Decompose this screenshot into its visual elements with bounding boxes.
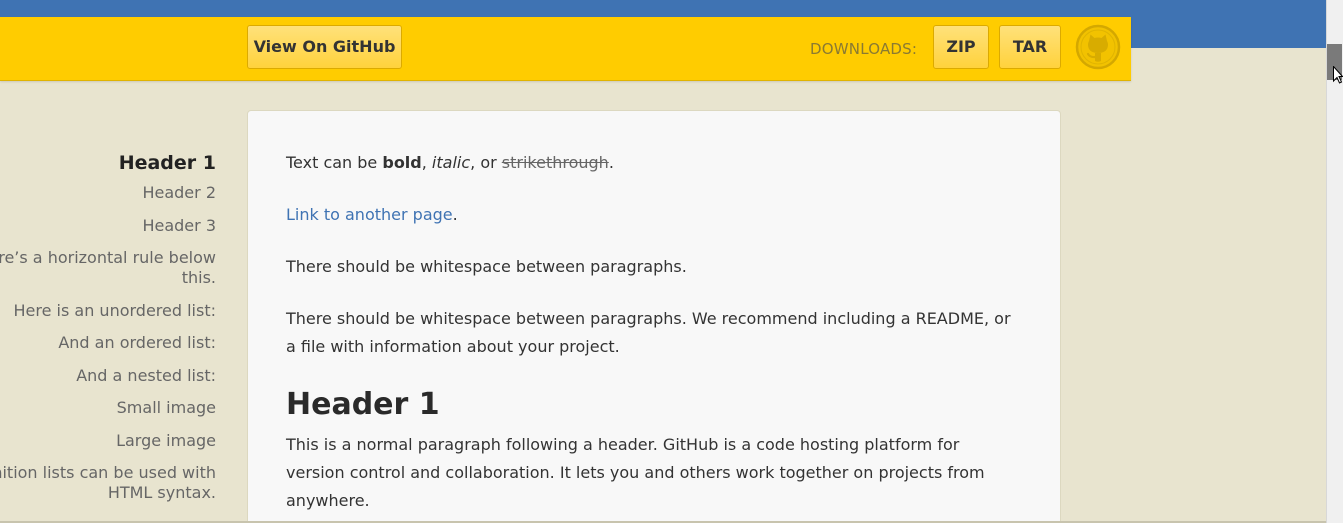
link-to-another-page[interactable]: Link to another page [286, 205, 453, 224]
download-tar-button[interactable]: TAR [999, 25, 1061, 69]
text-suffix: . [608, 153, 614, 172]
whitespace-paragraph-1: There should be whitespace between parag… [286, 257, 687, 276]
sidebar-item-nested-list[interactable]: And a nested list: [0, 366, 216, 386]
text-prefix: Text can be [286, 153, 383, 172]
paragraph-after-header: This is a normal paragraph following a h… [286, 435, 985, 510]
download-zip-button[interactable]: ZIP [933, 25, 989, 69]
sidebar-item-ordered-list[interactable]: And an ordered list: [0, 333, 216, 353]
italic-text: italic [431, 153, 471, 172]
sidebar-toc: Header 1 Header 2 Header 3 here’s a hori… [0, 150, 216, 516]
sidebar-item-small-image[interactable]: Small image [0, 398, 216, 418]
separator-1: , [421, 153, 432, 172]
link-paragraph: Link to another page. [286, 201, 1022, 229]
sidebar-item-header-1[interactable]: Header 1 [0, 150, 216, 176]
sidebar-item-header-2[interactable]: Header 2 [0, 183, 216, 203]
github-octocat-icon[interactable] [1075, 24, 1121, 70]
sidebar-item-unordered-list[interactable]: Here is an unordered list: [0, 301, 217, 321]
downloads-label: DOWNLOADS: [810, 40, 918, 58]
header-bar: View On GitHub DOWNLOADS: ZIP TAR [0, 17, 1131, 81]
formatting-paragraph: Text can be bold, italic, or strikethrou… [286, 149, 1022, 177]
main-content-card: Text can be bold, italic, or strikethrou… [247, 110, 1061, 523]
sidebar-item-horizontal-rule[interactable]: here’s a horizontal rule below this. [0, 248, 216, 288]
browser-viewport: View On GitHub DOWNLOADS: ZIP TAR Header… [0, 0, 1343, 523]
sidebar-item-definition-lists[interactable]: Definition lists can be used with HTML s… [0, 463, 216, 503]
mouse-pointer-icon [1333, 66, 1343, 84]
link-suffix: . [452, 205, 458, 224]
sidebar-item-large-image[interactable]: Large image [0, 431, 216, 451]
separator-2: , or [470, 153, 502, 172]
bold-text: bold [382, 153, 422, 172]
whitespace-paragraph-2: There should be whitespace between parag… [286, 309, 1011, 356]
view-on-github-button[interactable]: View On GitHub [247, 25, 402, 69]
content-header-1: Header 1 [286, 387, 440, 422]
sidebar-item-header-3[interactable]: Header 3 [0, 216, 216, 236]
strikethrough-text: strikethrough [501, 153, 609, 172]
